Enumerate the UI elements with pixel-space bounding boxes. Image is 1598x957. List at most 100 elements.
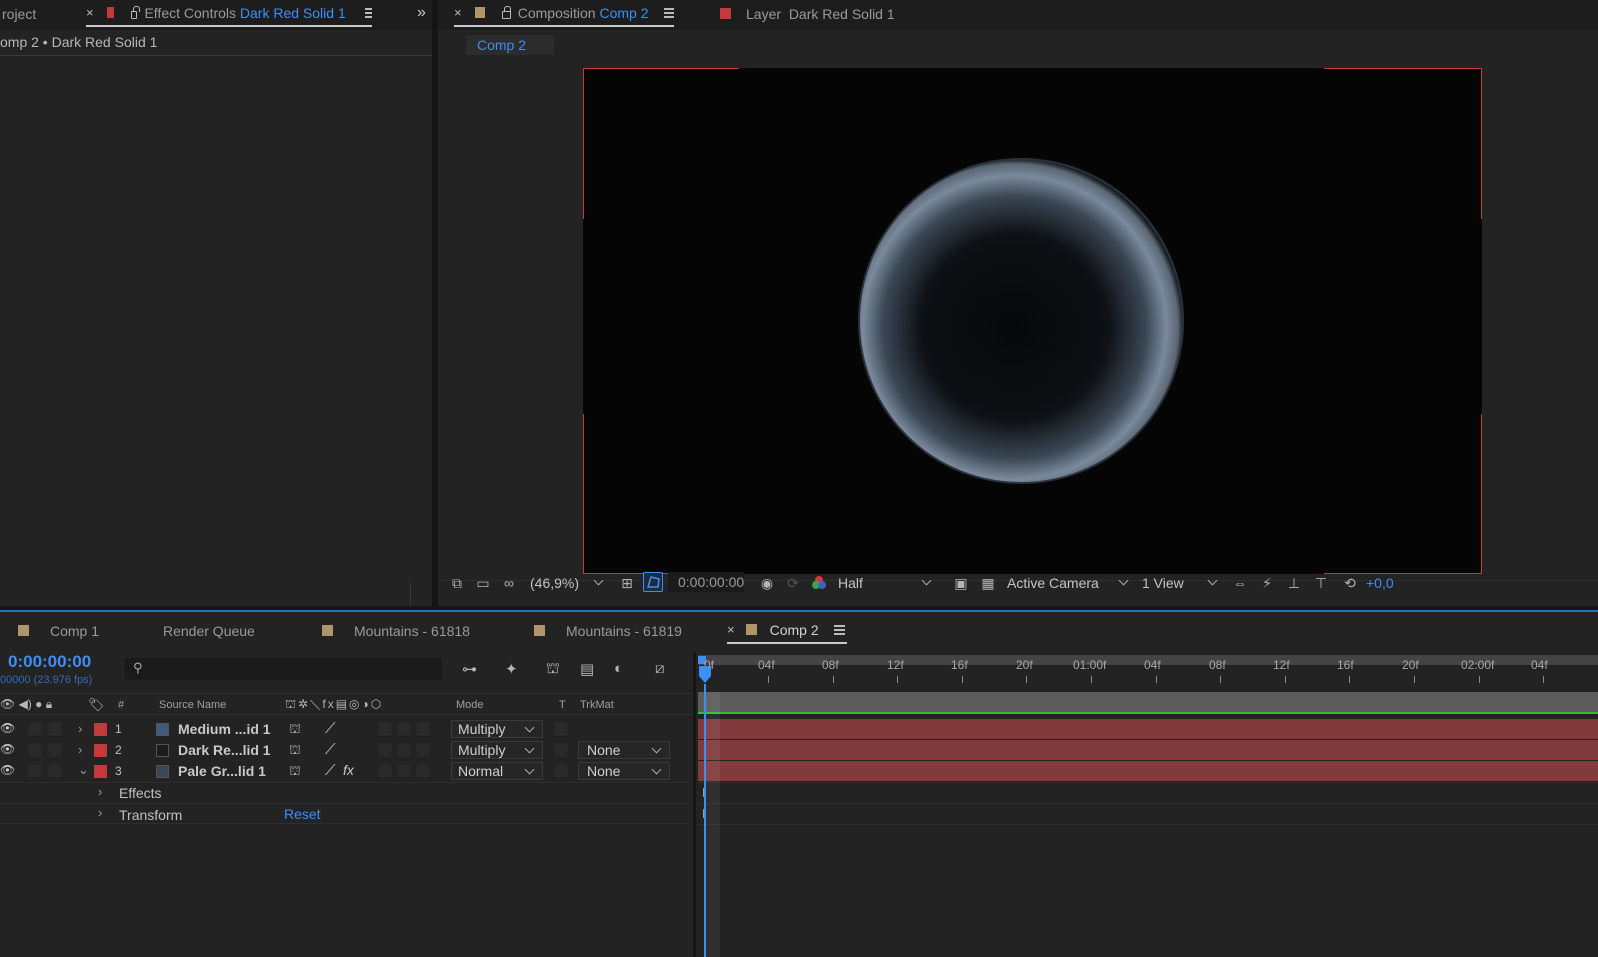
zoom-dropdown[interactable]: (46,9%) xyxy=(530,573,610,593)
label-color-swatch[interactable] xyxy=(94,723,107,736)
tab-layer[interactable]: Layer Dark Red Solid 1 xyxy=(720,0,895,27)
flowchart-icon[interactable]: ⊤ xyxy=(1312,575,1330,591)
ruler-tick-label: 08f xyxy=(822,658,839,672)
chevron-right-icon[interactable]: › xyxy=(78,742,82,757)
tab-mountains-61818[interactable]: Mountains - 61818 xyxy=(322,617,470,644)
region-of-interest-icon[interactable]: ▣ xyxy=(952,575,970,591)
layer-name[interactable]: Dark Re...lid 1 xyxy=(178,742,271,758)
camera-snapshot-icon[interactable]: ◉ xyxy=(758,575,776,591)
tab-project[interactable]: roject xyxy=(2,0,36,27)
layer-row[interactable]: 👁︎ ⌄ 3 Pale Gr...lid 1 ⛫ ⟋ fx Normal Non… xyxy=(0,761,688,782)
quality-switch-icon[interactable]: ⟋ xyxy=(325,741,336,758)
layer-row[interactable]: 👁︎ › 1 Medium ...id 1 ⛫ ⟋ Multiply xyxy=(0,719,688,740)
playhead-line[interactable] xyxy=(704,684,706,957)
toggle-pixel-aspect-icon[interactable]: ⇔ xyxy=(1231,575,1249,591)
timeline-timecode[interactable]: 0:00:00:00 xyxy=(8,652,91,672)
comp-canvas[interactable] xyxy=(583,68,1482,574)
shy-switch-icon[interactable]: ⛫ xyxy=(289,721,301,739)
source-color-swatch xyxy=(156,765,169,778)
reset-exposure-icon[interactable]: ⟲ xyxy=(1341,575,1359,591)
column-num[interactable]: # xyxy=(118,699,124,711)
close-icon[interactable]: × xyxy=(454,5,462,20)
column-trkmat[interactable]: TrkMat xyxy=(580,699,614,711)
property-group-transform[interactable]: › Transform Reset xyxy=(0,803,688,824)
layer-duration-bar[interactable] xyxy=(698,719,1598,739)
tab-comp-1[interactable]: Comp 1 xyxy=(18,617,99,644)
eye-icon[interactable]: 👁︎ xyxy=(0,763,15,777)
quality-switch-icon[interactable]: ⟋ xyxy=(325,720,336,737)
current-time-display[interactable]: 0:00:00:00 xyxy=(668,572,744,592)
color-channels-icon[interactable] xyxy=(811,575,827,591)
mask-visibility-toggle[interactable] xyxy=(643,572,663,592)
shy-switch-icon[interactable]: ⛫ xyxy=(289,742,301,760)
trkmat-dropdown[interactable]: None xyxy=(578,762,670,780)
layer-search-input[interactable]: ⚲ xyxy=(125,658,442,680)
shy-layers-icon[interactable]: ⛫ xyxy=(546,660,560,679)
layer-row[interactable]: 👁︎ › 2 Dark Re...lid 1 ⛫ ⟋ Multiply None xyxy=(0,740,688,761)
transparency-grid-icon[interactable]: ▦ xyxy=(979,575,997,591)
tab-comp-2[interactable]: × Comp 2 xyxy=(727,617,847,644)
comp-duration-bar xyxy=(698,692,1598,712)
grid-guides-icon[interactable]: ⊞ xyxy=(618,575,636,591)
view-layout-dropdown[interactable]: 1 View xyxy=(1142,573,1224,593)
quality-switch-icon[interactable]: ⟋ xyxy=(325,762,336,779)
show-snapshot-icon[interactable]: ⟳ xyxy=(784,575,802,591)
monitor-icon[interactable]: ▭ xyxy=(474,575,492,591)
label-color-swatch[interactable] xyxy=(94,765,107,778)
panel-menu-icon[interactable] xyxy=(364,7,373,18)
tab-composition[interactable]: × Composition Comp 2 xyxy=(454,0,675,27)
effect-fx-icon[interactable]: fx xyxy=(343,762,354,778)
eye-icon[interactable]: 👁︎ xyxy=(0,742,15,756)
layer-switches-header-icons: ⛫✲⟍fx▤◎◑⬡ xyxy=(285,697,384,711)
lock-icon[interactable] xyxy=(502,5,511,19)
close-icon[interactable]: × xyxy=(86,5,94,20)
composition-mini-flowchart-icon[interactable]: ⊶ xyxy=(462,660,477,678)
mode-dropdown[interactable]: Normal xyxy=(451,762,543,780)
overflow-chevrons-icon[interactable]: » xyxy=(417,4,426,22)
column-mode[interactable]: Mode xyxy=(456,699,484,711)
column-source-name[interactable]: Source Name xyxy=(159,699,226,711)
ruler-tick-label: 16f xyxy=(1337,658,1354,672)
tab-mountains-61819[interactable]: Mountains - 61819 xyxy=(534,617,682,644)
tab-effect-controls[interactable]: × Effect Controls Dark Red Solid 1 xyxy=(86,0,373,27)
vr-goggles-icon[interactable]: ∞ xyxy=(500,575,518,591)
eye-icon[interactable]: 👁︎ xyxy=(0,721,15,735)
draft-3d-icon[interactable]: ✦ xyxy=(505,660,518,678)
layer-duration-bar[interactable] xyxy=(698,740,1598,760)
layer-name[interactable]: Medium ...id 1 xyxy=(178,721,271,737)
ruler-tick-label: 12f xyxy=(1273,658,1290,672)
layer-duration-bar[interactable] xyxy=(698,761,1598,781)
tab-label: Effect Controls Dark Red Solid 1 xyxy=(144,4,346,21)
frame-blending-icon[interactable]: ▤ xyxy=(580,660,594,678)
chevron-right-icon[interactable]: › xyxy=(98,805,102,820)
comp-breadcrumb-tab[interactable]: Comp 2 xyxy=(466,35,554,55)
mode-dropdown[interactable]: Multiply xyxy=(451,741,543,759)
layer-name[interactable]: Pale Gr...lid 1 xyxy=(178,763,266,779)
close-icon[interactable]: × xyxy=(727,622,735,637)
graph-editor-icon[interactable]: ⧄ xyxy=(655,660,665,677)
trkmat-dropdown[interactable]: None xyxy=(578,741,670,759)
panel-menu-icon[interactable] xyxy=(663,7,675,18)
label-color-swatch[interactable] xyxy=(94,744,107,757)
camera-dropdown[interactable]: Active Camera xyxy=(1007,573,1135,593)
fast-previews-icon[interactable]: ⚡ xyxy=(1258,575,1276,591)
label-tag-icon[interactable]: 🏷︎ xyxy=(88,697,105,713)
chevron-right-icon[interactable]: › xyxy=(78,721,82,736)
chevron-right-icon[interactable]: › xyxy=(98,784,102,799)
timeline-icon[interactable]: ⊥ xyxy=(1285,575,1303,591)
reset-link[interactable]: Reset xyxy=(284,806,321,822)
chevron-down-icon[interactable]: ⌄ xyxy=(78,762,89,778)
tab-render-queue[interactable]: Render Queue xyxy=(163,617,255,644)
lock-icon[interactable] xyxy=(130,5,140,19)
column-t[interactable]: T xyxy=(559,699,566,711)
property-group-effects[interactable]: › Effects xyxy=(0,782,688,803)
motion-blur-icon[interactable]: ◐ xyxy=(614,660,623,677)
exposure-value[interactable]: +0,0 xyxy=(1366,575,1394,591)
mode-dropdown[interactable]: Multiply xyxy=(451,720,543,738)
panel-menu-icon[interactable] xyxy=(833,624,845,635)
always-preview-icon[interactable]: ⧉ xyxy=(448,575,466,591)
chevron-down-icon xyxy=(524,722,535,733)
resolution-dropdown[interactable]: Half xyxy=(838,573,938,593)
playhead-handle[interactable] xyxy=(698,666,712,684)
shy-switch-icon[interactable]: ⛫ xyxy=(289,763,301,781)
